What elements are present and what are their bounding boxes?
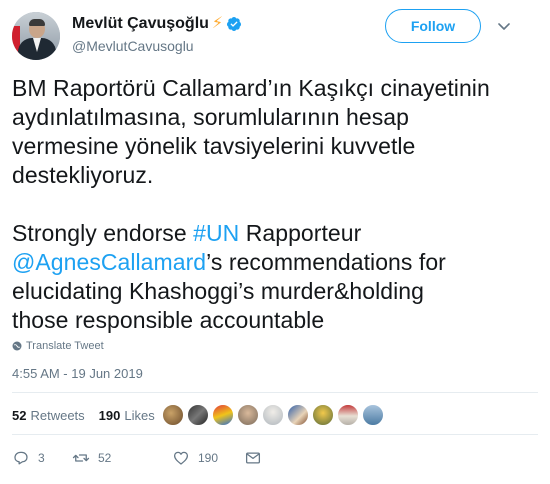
tweet-line: elucidating Khashoggi’s murder&holding xyxy=(12,278,424,304)
heart-icon[interactable] xyxy=(172,449,190,467)
liker-avatar[interactable] xyxy=(287,404,309,426)
tweet-text: BM Raportörü Callamard’ın Kaşıkçı cinaye… xyxy=(12,74,538,335)
retweets-stat[interactable]: 52 Retweets xyxy=(12,408,85,423)
tweet-text-segment: Rapporteur xyxy=(239,220,362,246)
liker-avatar[interactable] xyxy=(337,404,359,426)
like-count: 190 xyxy=(198,451,219,465)
likes-stat[interactable]: 190 Likes xyxy=(99,408,155,423)
liker-avatar[interactable] xyxy=(162,404,184,426)
liker-avatar[interactable] xyxy=(312,404,334,426)
retweet-icon[interactable] xyxy=(72,449,90,467)
mention-link[interactable]: @AgnesCallamard xyxy=(12,249,206,275)
hashtag-link[interactable]: #UN xyxy=(193,220,239,246)
tweet-line: @AgnesCallamard’s recommendations for xyxy=(12,248,538,277)
reply-count: 3 xyxy=(38,451,45,465)
liker-avatar[interactable] xyxy=(262,404,284,426)
retweet-count: 52 xyxy=(98,451,112,465)
message-action[interactable] xyxy=(244,449,262,467)
display-name-text[interactable]: Mevlüt Çavuşoğlu xyxy=(72,15,209,33)
translate-label[interactable]: Translate Tweet xyxy=(26,340,104,352)
tweet-line: those responsible accountable xyxy=(12,307,325,333)
follow-button[interactable]: Follow xyxy=(385,9,481,43)
reply-icon[interactable] xyxy=(12,449,30,467)
globe-icon xyxy=(12,341,22,351)
chevron-down-icon[interactable] xyxy=(494,16,514,36)
avatar[interactable] xyxy=(12,12,60,60)
user-names: Mevlüt Çavuşoğlu ⚡ @MevlutCavusoglu xyxy=(72,14,242,54)
tweet-text-segment: Strongly endorse xyxy=(12,220,194,246)
reply-action[interactable]: 3 xyxy=(12,449,72,467)
engagement-stats: 52 Retweets 190 Likes xyxy=(12,398,169,432)
liker-avatar[interactable] xyxy=(362,404,384,426)
divider xyxy=(12,434,538,435)
verified-badge-icon xyxy=(227,17,242,31)
like-action[interactable]: 190 xyxy=(172,449,244,467)
tweet-text-segment: ’s recommendations for xyxy=(206,249,446,275)
display-name[interactable]: Mevlüt Çavuşoğlu ⚡ xyxy=(72,14,242,34)
tweet-timestamp[interactable]: 4:55 AM - 19 Jun 2019 xyxy=(12,366,143,381)
liker-avatar[interactable] xyxy=(212,404,234,426)
tweet-line: destekliyoruz. xyxy=(12,162,154,188)
user-handle[interactable]: @MevlutCavusoglu xyxy=(72,38,242,54)
tweet-line: BM Raportörü Callamard’ın Kaşıkçı cinaye… xyxy=(12,75,490,101)
tweet-line: aydınlatılmasına, sorumlularının hesap xyxy=(12,104,409,130)
tweet-actions: 3 52 190 xyxy=(12,446,262,470)
divider xyxy=(12,392,538,393)
liker-avatar[interactable] xyxy=(237,404,259,426)
retweet-action[interactable]: 52 xyxy=(72,449,172,467)
tweet-line: vermesine yönelik tavsiyelerini kuvvetle xyxy=(12,133,416,159)
retweets-label[interactable]: Retweets xyxy=(30,408,84,423)
envelope-icon[interactable] xyxy=(244,449,262,467)
tweet-line: Strongly endorse #UN Rapporteur xyxy=(12,219,538,248)
translate-tweet-link[interactable]: Translate Tweet xyxy=(12,340,104,352)
likes-count[interactable]: 190 xyxy=(99,408,121,423)
liker-avatar[interactable] xyxy=(187,404,209,426)
lightning-icon: ⚡ xyxy=(211,15,224,32)
likes-label[interactable]: Likes xyxy=(124,408,154,423)
liker-avatars xyxy=(162,401,387,429)
retweets-count[interactable]: 52 xyxy=(12,408,26,423)
